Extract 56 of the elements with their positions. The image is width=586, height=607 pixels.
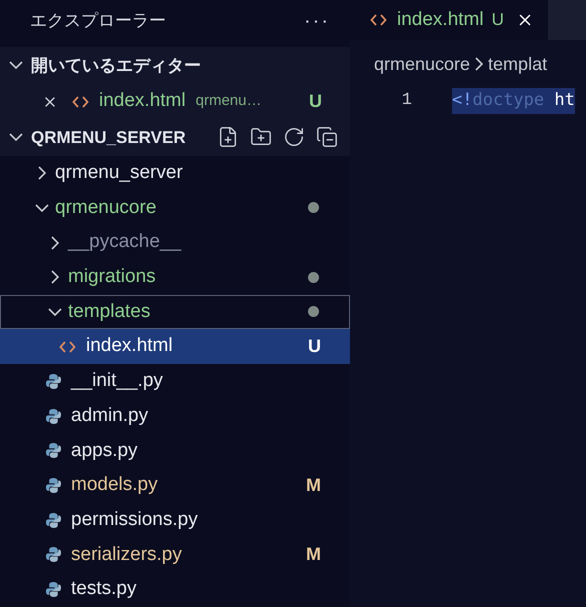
file-name: qrmenu_server — [55, 160, 183, 185]
tree-item[interactable]: templates — [0, 294, 350, 330]
file-name: __init__.py — [71, 369, 163, 394]
python-icon — [46, 512, 61, 528]
python-icon — [46, 582, 61, 598]
file-name: admin.py — [71, 404, 148, 428]
more-button[interactable]: ··· — [304, 6, 330, 36]
file-name: apps.py — [71, 438, 138, 463]
tree-item[interactable]: apps.py — [0, 433, 350, 468]
breadcrumb-item[interactable]: templat — [488, 50, 548, 78]
file-name: __pycache__ — [68, 230, 182, 254]
new-file-icon[interactable] — [217, 126, 239, 148]
git-status-label: M — [306, 474, 321, 498]
open-editor-item[interactable]: index.html qrmenu… U — [0, 84, 350, 120]
line-number: 1 — [400, 90, 412, 112]
sidebar-title: エクスプローラー — [30, 10, 166, 32]
python-icon — [46, 408, 61, 424]
code-brackets-icon — [370, 13, 387, 27]
python-icon — [46, 374, 61, 389]
collapse-all-icon[interactable] — [316, 126, 338, 148]
file-path: qrmenu… — [196, 91, 262, 112]
tree-item[interactable]: index.html U — [0, 329, 350, 364]
tree-item[interactable]: admin.py — [0, 398, 350, 434]
tree-item[interactable]: qrmenu_server — [0, 156, 350, 190]
file-name: index.html — [86, 334, 173, 358]
file-name: qrmenucore — [55, 196, 156, 220]
file-name: serializers.py — [71, 542, 182, 567]
file-name: templates — [68, 300, 150, 324]
code-brackets-icon — [72, 94, 89, 109]
file-name: models.py — [71, 473, 158, 498]
git-status-label: U — [309, 90, 322, 114]
code-brackets-icon — [59, 340, 76, 354]
git-status-label: M — [306, 543, 321, 566]
tree-item[interactable]: __init__.py — [0, 364, 350, 399]
tree-item[interactable]: __pycache__ — [0, 225, 350, 260]
tab-label: index.html — [397, 8, 484, 32]
tree-item[interactable]: migrations — [0, 260, 350, 295]
git-status-label: U — [308, 335, 321, 358]
chevron-down-icon[interactable] — [9, 61, 23, 70]
git-status-label: U — [492, 9, 504, 32]
python-icon — [46, 478, 61, 494]
refresh-icon[interactable] — [283, 126, 305, 148]
chevron-right-icon — [475, 57, 484, 71]
file-name: permissions.py — [71, 508, 198, 532]
tree-item[interactable]: qrmenucore — [0, 190, 350, 226]
tree-item[interactable]: models.py M — [0, 468, 350, 503]
file-name: tests.py — [71, 577, 136, 602]
breadcrumb-item[interactable]: qrmenucore — [374, 50, 470, 78]
chevron-down-icon[interactable] — [9, 133, 23, 142]
file-name: migrations — [68, 264, 156, 289]
python-icon — [46, 547, 61, 562]
python-icon — [46, 443, 61, 458]
tree-item[interactable]: serializers.py M — [0, 538, 350, 572]
tree-item[interactable]: tests.py — [0, 572, 350, 607]
tree-item[interactable]: permissions.py — [0, 502, 350, 538]
file-name: index.html — [99, 89, 186, 114]
